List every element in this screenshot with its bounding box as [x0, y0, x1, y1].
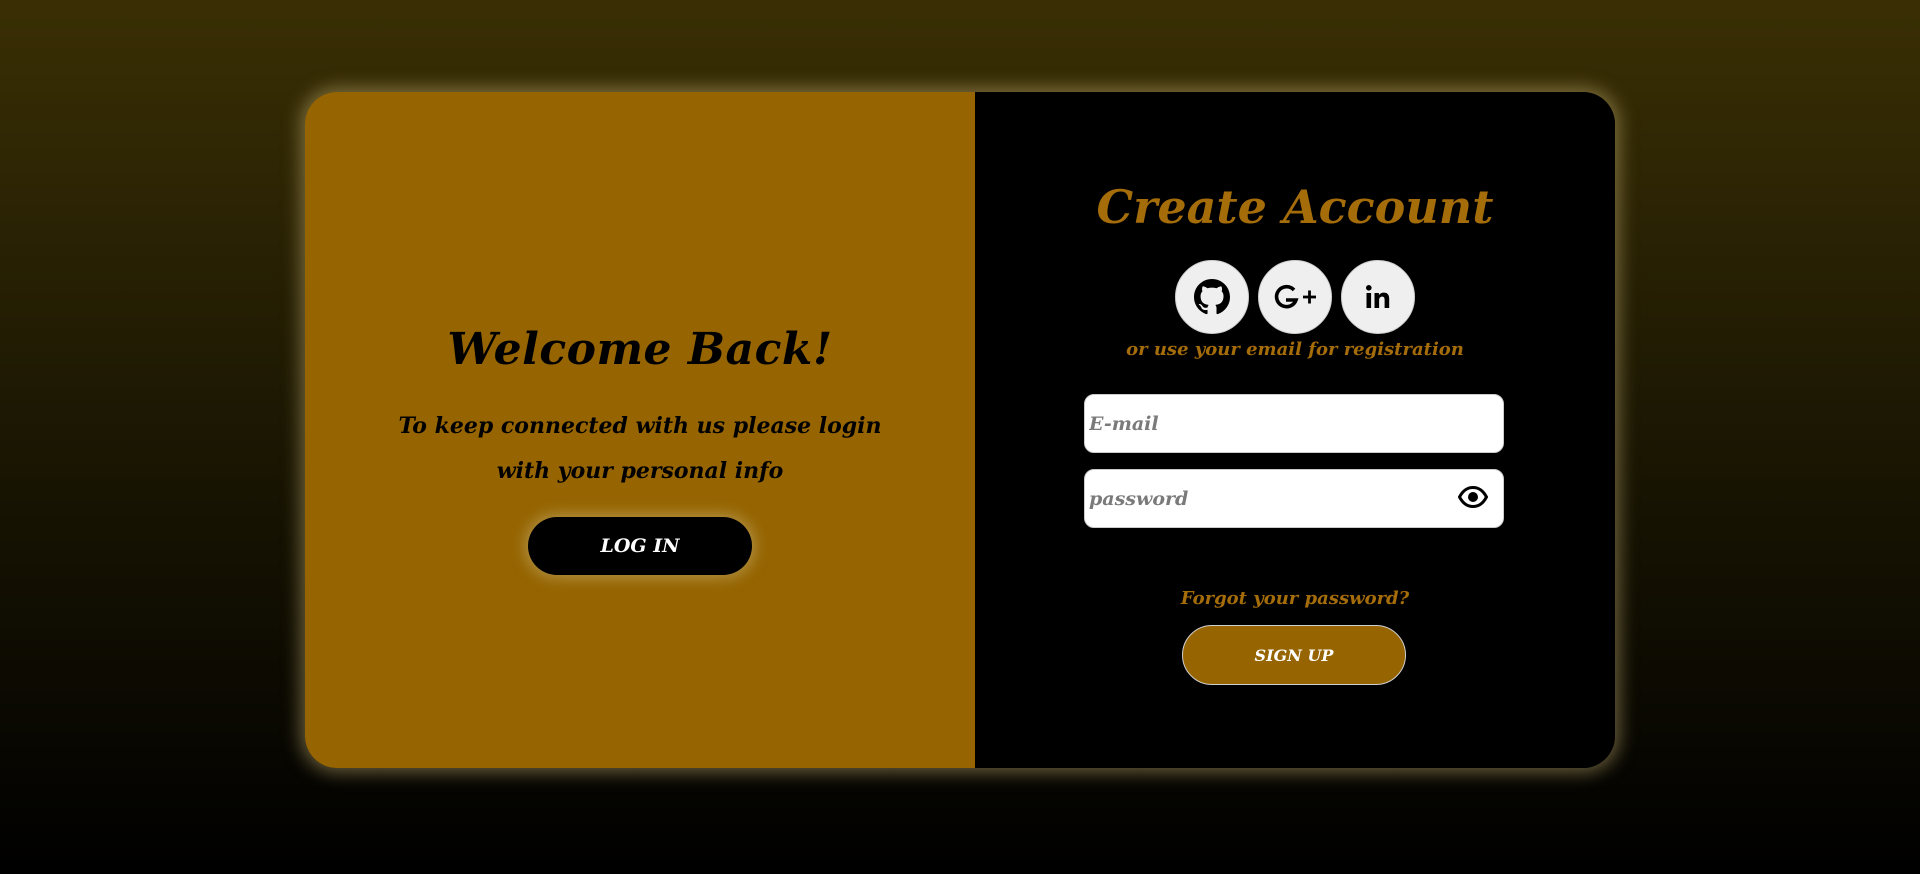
social-login-row	[975, 260, 1615, 334]
welcome-panel: Welcome Back! To keep connected with us …	[305, 92, 975, 768]
password-input[interactable]	[1085, 470, 1503, 527]
linkedin-button[interactable]	[1341, 260, 1415, 334]
google-plus-icon	[1271, 281, 1319, 313]
forgot-password-link[interactable]: Forgot your password?	[975, 588, 1615, 609]
registration-hint: or use your email for registration	[1126, 339, 1464, 360]
show-password-toggle[interactable]	[1457, 484, 1489, 514]
eye-icon	[1457, 485, 1489, 512]
auth-card: Welcome Back! To keep connected with us …	[305, 92, 1615, 768]
github-icon	[1194, 279, 1230, 315]
signup-button[interactable]: SIGN UP	[1182, 625, 1406, 685]
github-button[interactable]	[1175, 260, 1249, 334]
welcome-title: Welcome Back!	[447, 324, 833, 375]
welcome-message: To keep connected with us please login w…	[398, 413, 882, 484]
linkedin-icon	[1365, 284, 1391, 310]
email-input[interactable]	[1085, 395, 1503, 452]
create-account-title: Create Account	[1096, 180, 1494, 234]
email-field-wrapper	[1084, 394, 1504, 453]
google-plus-button[interactable]	[1258, 260, 1332, 334]
login-button[interactable]: LOG IN	[528, 517, 752, 575]
password-field-wrapper	[1084, 469, 1504, 528]
signup-panel: Create Account or use your email for reg…	[975, 92, 1615, 768]
page-background: { "left_panel": { "title": "Welcome Back…	[0, 0, 1920, 874]
